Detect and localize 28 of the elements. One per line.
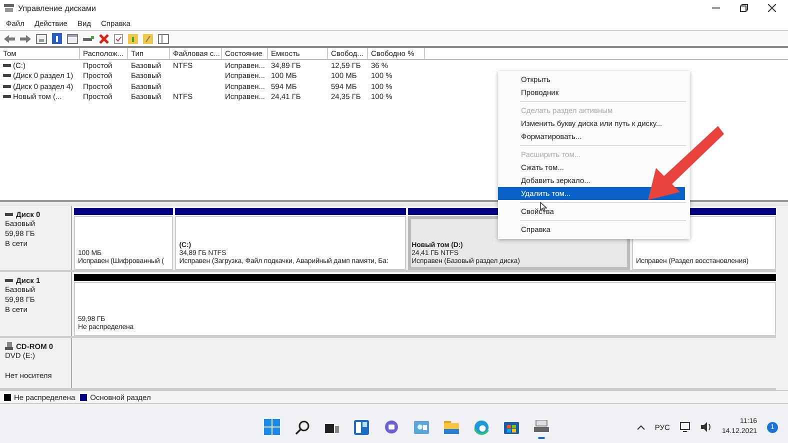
browser-icon[interactable] xyxy=(474,420,489,434)
store-icon[interactable] xyxy=(504,420,519,434)
table-icon[interactable] xyxy=(67,34,78,44)
folder-icon[interactable] xyxy=(143,33,153,44)
table-icon[interactable] xyxy=(36,34,47,44)
widgets-icon[interactable] xyxy=(354,420,369,434)
image-viewer-icon[interactable] xyxy=(414,420,429,434)
restore-icon[interactable] xyxy=(740,4,748,12)
forward-arrow-icon[interactable] xyxy=(20,34,31,44)
disk-management-icon[interactable] xyxy=(534,420,549,434)
app-icon xyxy=(4,3,14,13)
panel-icon[interactable] xyxy=(158,34,169,44)
window-title: Управление дисками xyxy=(18,4,96,12)
folder-icon[interactable] xyxy=(444,420,459,434)
drive-icon[interactable] xyxy=(83,34,94,44)
task-view-icon[interactable] xyxy=(325,421,339,433)
speaker-icon[interactable] xyxy=(700,422,712,432)
chevron-up-icon[interactable] xyxy=(636,424,645,430)
start-icon[interactable] xyxy=(264,419,280,435)
check-document-icon[interactable] xyxy=(114,34,123,44)
network-icon[interactable] xyxy=(680,422,691,432)
search-icon[interactable] xyxy=(295,420,310,434)
delete-icon[interactable] xyxy=(99,34,109,44)
chat-icon[interactable] xyxy=(384,420,399,434)
folder-icon[interactable] xyxy=(128,33,138,44)
cd-drive-icon xyxy=(5,342,13,350)
close-icon[interactable] xyxy=(768,4,776,12)
back-arrow-icon[interactable] xyxy=(4,34,15,44)
